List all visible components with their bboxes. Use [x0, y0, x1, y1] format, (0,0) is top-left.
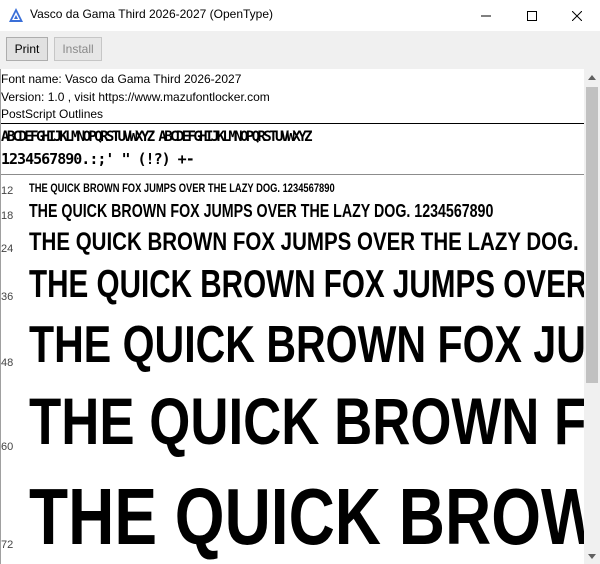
version-label: Version: 1.0 , visit https://www.mazufon…	[1, 90, 270, 104]
minimize-icon	[481, 15, 491, 16]
sample-text: THE QUICK BROWN FOX JUMPS OVER THE LAZY …	[29, 263, 584, 306]
print-button[interactable]: Print	[6, 37, 48, 61]
chevron-down-icon	[588, 553, 596, 559]
sample-size-label: 48	[1, 357, 14, 369]
sample-text: THE QUICK BROWN FOX JUMPS OVER	[29, 316, 584, 374]
sample-text: THE QUICK BROWN FOX JUMPS OVER THE LAZY …	[29, 181, 335, 195]
sample-row-36: 36 THE QUICK BROWN FOX JUMPS OVER THE LA…	[1, 261, 584, 311]
sample-row-18: 18 THE QUICK BROWN FOX JUMPS OVER THE LA…	[1, 199, 584, 227]
charset-digits-punctuation: 1234567890.:;' " (!?) +-	[1, 150, 195, 168]
font-viewer-app-icon	[9, 8, 23, 22]
maximize-icon	[527, 10, 537, 21]
sample-size-label: 18	[1, 210, 14, 222]
charset-divider	[1, 174, 584, 175]
window-title: Vasco da Gama Third 2026-2027 (OpenType)	[30, 7, 274, 21]
sample-text: THE QUICK BROWN FOX JUMPS	[29, 384, 584, 458]
title-bar: Vasco da Gama Third 2026-2027 (OpenType)	[0, 0, 600, 31]
sample-row-60: 60 THE QUICK BROWN FOX JUMPS	[1, 379, 584, 465]
scroll-down-button[interactable]	[584, 548, 600, 564]
sample-size-label: 60	[1, 441, 14, 453]
sample-size-label: 72	[1, 539, 14, 551]
chevron-up-icon	[588, 74, 596, 80]
sample-size-label: 36	[1, 291, 14, 303]
maximize-button[interactable]	[509, 0, 555, 31]
sample-size-label: 24	[1, 243, 14, 255]
install-button: Install	[54, 37, 102, 61]
sample-row-24: 24 THE QUICK BROWN FOX JUMPS OVER THE LA…	[1, 227, 584, 261]
font-preview-pane: Font name: Vasco da Gama Third 2026-2027…	[0, 69, 584, 564]
info-divider	[1, 123, 584, 124]
sample-text: THE QUICK BROWN FOX JUMPS OVER THE LAZY …	[29, 201, 494, 221]
close-icon	[572, 10, 582, 21]
toolbar: Print Install	[0, 31, 600, 69]
sample-text: THE QUICK BROWN FOX JUMPS	[29, 472, 584, 561]
sample-text: THE QUICK BROWN FOX JUMPS OVER THE LAZY …	[29, 228, 584, 256]
minimize-button[interactable]	[463, 0, 509, 31]
outlines-label: PostScript Outlines	[1, 107, 104, 121]
scrollbar-thumb[interactable]	[586, 87, 598, 383]
sample-row-72: 72 THE QUICK BROWN FOX JUMPS	[1, 465, 584, 564]
close-button[interactable]	[554, 0, 600, 31]
charset-uppercase: ABCDEFGHIJKLMNOPQRSTUVWXYZ ABCDEFGHIJKLM…	[1, 129, 313, 145]
sample-size-label: 12	[1, 185, 14, 197]
font-name-label: Font name: Vasco da Gama Third 2026-2027	[1, 72, 242, 86]
scroll-up-button[interactable]	[584, 69, 600, 85]
vertical-scrollbar[interactable]	[584, 69, 600, 564]
sample-row-48: 48 THE QUICK BROWN FOX JUMPS OVER	[1, 311, 584, 379]
sample-row-12: 12 THE QUICK BROWN FOX JUMPS OVER THE LA…	[1, 179, 584, 199]
